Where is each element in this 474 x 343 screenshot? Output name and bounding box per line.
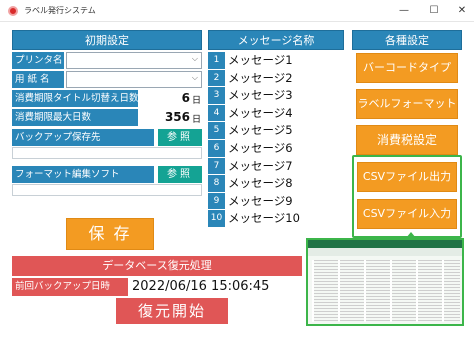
backup-browse-button[interactable]: 参照 (158, 129, 202, 146)
app-icon (8, 6, 18, 16)
printer-label: プリンタ名 (12, 52, 64, 69)
various-settings-header: 各種設定 (352, 30, 462, 50)
message-number: 4 (208, 104, 225, 122)
message-number: 3 (208, 87, 225, 104)
expiry-max-label: 消費期限最大日数 (12, 109, 138, 126)
expiry-switch-unit: 日 (192, 96, 202, 106)
message-row[interactable]: 10 メッセージ10 (208, 210, 344, 228)
message-row[interactable]: 1 メッセージ1 (208, 52, 344, 70)
message-number: 8 (208, 175, 225, 192)
consumption-tax-button[interactable]: 消費税設定 (356, 125, 458, 155)
initial-settings-header: 初期設定 (12, 30, 202, 50)
message-row[interactable]: 9 メッセージ9 (208, 192, 344, 211)
message-name-field[interactable]: メッセージ7 (228, 158, 293, 175)
close-button[interactable]: ✕ (448, 0, 474, 22)
restore-start-button[interactable]: 復元開始 (116, 298, 228, 324)
title-bar: ラベル発行システム — ☐ ✕ (0, 0, 474, 22)
minimize-button[interactable]: — (390, 0, 418, 22)
last-backup-label: 前回バックアップ日時 (12, 278, 128, 296)
message-name-field[interactable]: メッセージ4 (228, 105, 293, 122)
message-row[interactable]: 4 メッセージ4 (208, 104, 344, 123)
message-row[interactable]: 5 メッセージ5 (208, 122, 344, 140)
expiry-max-unit: 日 (192, 115, 202, 125)
last-backup-datetime: 2022/06/16 15:06:45 (132, 279, 270, 294)
message-row[interactable]: 7 メッセージ7 (208, 157, 344, 176)
message-name-field[interactable]: メッセージ9 (228, 193, 293, 210)
backup-destination-label: バックアップ保存先 (12, 129, 154, 146)
message-number: 5 (208, 122, 225, 139)
chevron-down-icon: ⌵ (191, 73, 198, 82)
window-title: ラベル発行システム (24, 6, 96, 15)
message-name-field[interactable]: メッセージ8 (228, 175, 293, 192)
message-number: 7 (208, 157, 225, 175)
messages-header: メッセージ名称 (208, 30, 344, 50)
spreadsheet-ribbon (308, 248, 462, 256)
format-editor-browse-button[interactable]: 参照 (158, 166, 202, 183)
message-row[interactable]: 6 メッセージ6 (208, 140, 344, 158)
csv-output-button[interactable]: CSVファイル出力 (357, 162, 457, 192)
paper-select[interactable]: ⌵ (66, 71, 202, 88)
expiry-switch-label: 消費期限タイトル切替え日数 (12, 90, 139, 107)
message-row[interactable]: 8 メッセージ8 (208, 175, 344, 193)
expiry-max-days-field[interactable]: 356 (140, 109, 190, 126)
spreadsheet-titlebar (308, 240, 462, 248)
spreadsheet-preview-image (306, 238, 464, 326)
save-button[interactable]: 保 存 (66, 218, 154, 250)
spreadsheet-columns (312, 260, 460, 322)
label-format-button[interactable]: ラベルフォーマット (356, 89, 458, 119)
message-name-field[interactable]: メッセージ6 (228, 140, 293, 157)
printer-select[interactable]: ⌵ (66, 52, 202, 69)
chevron-down-icon: ⌵ (191, 54, 198, 63)
message-number: 2 (208, 69, 225, 87)
message-number: 9 (208, 192, 225, 210)
restore-header: データベース復元処理 (12, 256, 302, 276)
expiry-switch-days-field[interactable]: 6 (140, 90, 190, 107)
paper-label: 用 紙 名 (12, 71, 64, 88)
message-row[interactable]: 3 メッセージ3 (208, 87, 344, 105)
message-number: 6 (208, 140, 225, 157)
message-name-field[interactable]: メッセージ10 (228, 210, 300, 227)
message-number: 1 (208, 52, 225, 69)
message-number: 10 (208, 210, 225, 227)
message-row[interactable]: 2 メッセージ2 (208, 69, 344, 88)
format-editor-path-field[interactable] (12, 184, 202, 196)
message-name-field[interactable]: メッセージ5 (228, 122, 293, 139)
barcode-type-button[interactable]: バーコードタイプ (356, 53, 458, 83)
message-name-field[interactable]: メッセージ3 (228, 87, 293, 104)
maximize-button[interactable]: ☐ (420, 0, 448, 22)
backup-path-field[interactable] (12, 147, 202, 159)
csv-input-button[interactable]: CSVファイル入力 (357, 199, 457, 229)
format-editor-label: フォーマット編集ソフト (12, 166, 154, 183)
message-name-field[interactable]: メッセージ2 (228, 70, 293, 87)
message-name-field[interactable]: メッセージ1 (228, 52, 293, 69)
